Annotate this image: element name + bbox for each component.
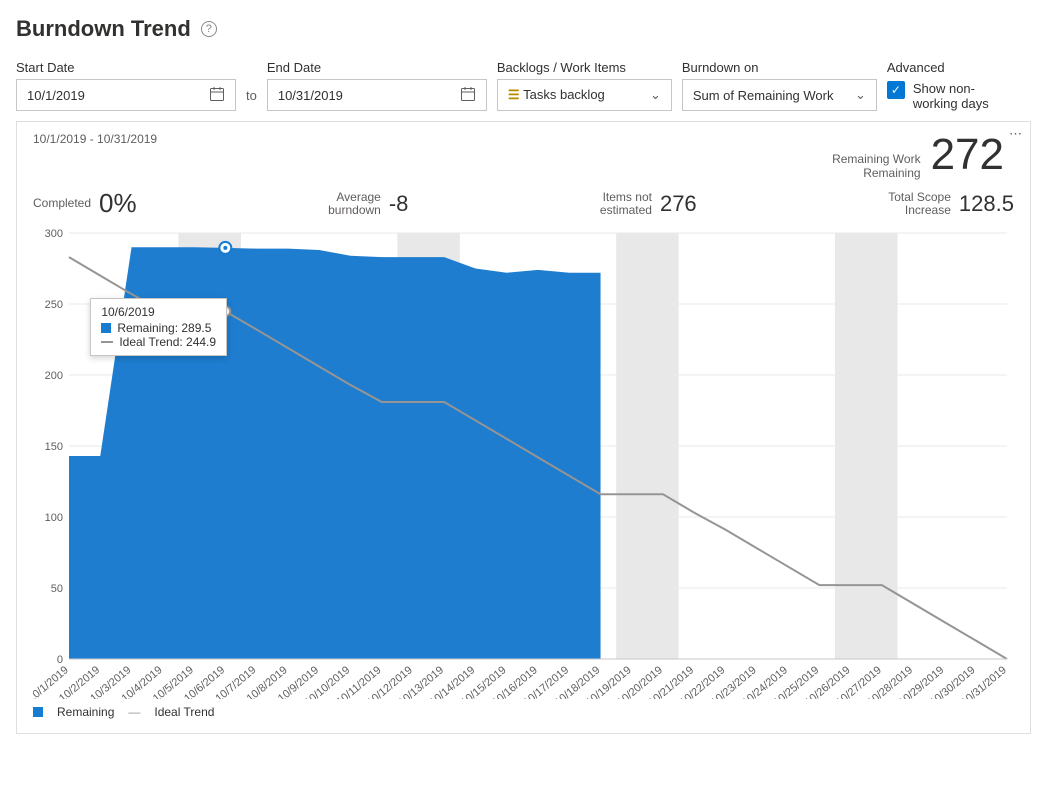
page-title: Burndown Trend (16, 16, 191, 42)
start-date-label: Start Date (16, 60, 236, 75)
legend-remaining: Remaining (57, 705, 114, 719)
end-date-value: 10/31/2019 (278, 88, 343, 103)
remaining-work-value: 272 (931, 130, 1004, 180)
burndown-on-dropdown[interactable]: Sum of Remaining Work ⌄ (682, 79, 877, 111)
burndown-card: ⋯ 10/1/2019 - 10/31/2019 Remaining Work … (16, 121, 1031, 734)
remaining-work-metric: Remaining Work Remaining 272 (832, 130, 1004, 180)
chevron-down-icon: ⌄ (650, 87, 661, 103)
svg-text:50: 50 (51, 583, 63, 595)
backlogs-dropdown[interactable]: ☰ Tasks backlog ⌄ (497, 79, 672, 111)
end-date-label: End Date (267, 60, 487, 75)
remaining-work-label: Remaining Work (832, 152, 920, 166)
burndown-chart: 05010015020025030010/1/201910/2/201910/3… (33, 229, 1014, 699)
chevron-down-icon: ⌄ (855, 87, 866, 103)
completed-value: 0% (99, 188, 137, 219)
avg-burndown-label: Average burndown (328, 191, 381, 217)
end-date-input[interactable]: 10/31/2019 (267, 79, 487, 111)
show-nonworking-label: Show non-working days (913, 81, 998, 111)
backlogs-value: Tasks backlog (523, 87, 605, 102)
avg-burndown-value: -8 (389, 191, 409, 217)
svg-text:100: 100 (45, 512, 63, 524)
filter-bar: Start Date 10/1/2019 to End Date 10/31/2… (16, 60, 1031, 111)
completed-label: Completed (33, 197, 91, 210)
burndown-on-value: Sum of Remaining Work (693, 88, 834, 103)
legend-ideal: Ideal Trend (154, 705, 214, 719)
svg-text:150: 150 (45, 441, 63, 453)
calendar-icon (460, 86, 476, 105)
backlogs-label: Backlogs / Work Items (497, 60, 672, 75)
svg-text:250: 250 (45, 299, 63, 311)
total-scope-increase-value: 128.5 (959, 191, 1014, 217)
remaining-sublabel: Remaining (832, 166, 920, 180)
start-date-input[interactable]: 10/1/2019 (16, 79, 236, 111)
help-icon[interactable]: ? (201, 21, 217, 37)
total-scope-increase-label: Total Scope Increase (888, 191, 951, 217)
tasks-backlog-icon: ☰ (508, 87, 523, 102)
calendar-icon (209, 86, 225, 105)
chart-legend: Remaining —Ideal Trend (33, 705, 1014, 719)
show-nonworking-checkbox[interactable]: ✓ (887, 81, 905, 99)
start-date-value: 10/1/2019 (27, 88, 85, 103)
svg-text:200: 200 (45, 370, 63, 382)
advanced-label: Advanced (887, 60, 998, 75)
burndown-on-label: Burndown on (682, 60, 877, 75)
items-not-estimated-value: 276 (660, 191, 697, 217)
card-more-button[interactable]: ⋯ (1009, 126, 1024, 142)
svg-text:300: 300 (45, 229, 63, 240)
items-not-estimated-label: Items not estimated (600, 191, 652, 217)
date-to-separator: to (246, 88, 257, 111)
